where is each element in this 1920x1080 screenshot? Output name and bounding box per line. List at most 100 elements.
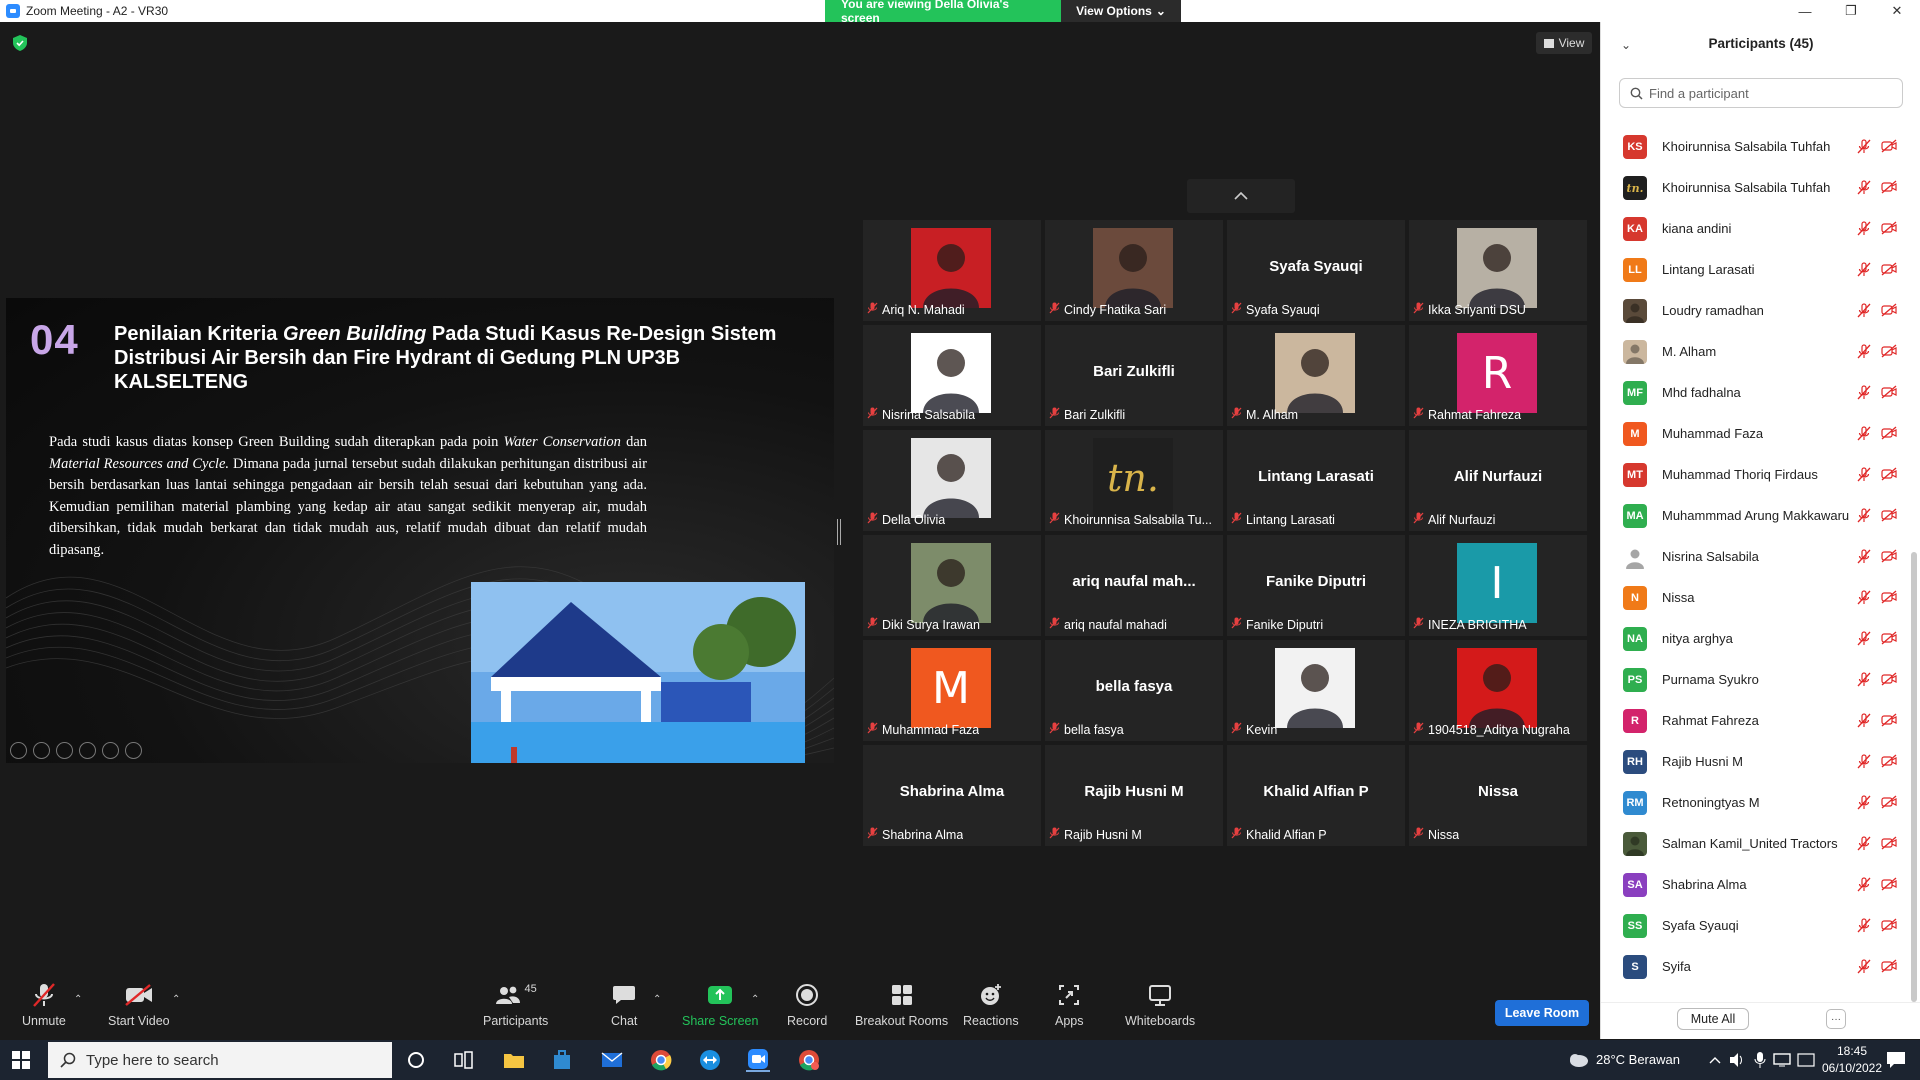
muted-mic-icon[interactable] bbox=[1857, 426, 1871, 446]
video-tile[interactable]: I INEZA BRIGITHA bbox=[1409, 535, 1587, 636]
task-view-icon[interactable] bbox=[452, 1048, 476, 1072]
start-video-button[interactable]: Start Video bbox=[108, 980, 170, 1028]
mute-all-button[interactable]: Mute All bbox=[1677, 1008, 1749, 1030]
leave-room-button[interactable]: Leave Room bbox=[1495, 1000, 1589, 1026]
restore-icon[interactable]: ❐ bbox=[1828, 0, 1874, 22]
muted-mic-icon[interactable] bbox=[1857, 877, 1871, 897]
unmute-button[interactable]: Unmute bbox=[22, 980, 66, 1028]
weather-text[interactable]: 28°C Berawan bbox=[1596, 1052, 1680, 1067]
muted-mic-icon[interactable] bbox=[1857, 754, 1871, 774]
participant-row[interactable]: KS Khoirunnisa Salsabila Tuhfah bbox=[1601, 126, 1906, 167]
apps-button[interactable]: Apps bbox=[1055, 980, 1084, 1028]
microsoft-store-icon[interactable] bbox=[550, 1048, 574, 1072]
participant-row[interactable]: RH Rajib Husni M bbox=[1601, 741, 1906, 782]
weather-cloud-icon[interactable] bbox=[1566, 1048, 1590, 1072]
participant-row[interactable]: LL Lintang Larasati bbox=[1601, 249, 1906, 290]
chat-button[interactable]: Chat bbox=[611, 980, 637, 1028]
video-off-icon[interactable] bbox=[1881, 672, 1897, 691]
muted-mic-icon[interactable] bbox=[1857, 713, 1871, 733]
video-tile[interactable]: Syafa Syauqi Syafa Syauqi bbox=[1227, 220, 1405, 321]
video-off-icon[interactable] bbox=[1881, 180, 1897, 199]
video-tile[interactable]: Alif Nurfauzi Alif Nurfauzi bbox=[1409, 430, 1587, 531]
video-off-icon[interactable] bbox=[1881, 508, 1897, 527]
video-tile[interactable]: ariq naufal mah... ariq naufal mahadi bbox=[1045, 535, 1223, 636]
muted-mic-icon[interactable] bbox=[1857, 549, 1871, 569]
video-off-icon[interactable] bbox=[1881, 713, 1897, 732]
minimize-icon[interactable]: — bbox=[1782, 0, 1828, 22]
participant-row[interactable]: RM Retnoningtyas M bbox=[1601, 782, 1906, 823]
network-icon[interactable] bbox=[1771, 1048, 1795, 1072]
mail-icon[interactable] bbox=[600, 1048, 624, 1072]
participant-row[interactable]: KA kiana andini bbox=[1601, 208, 1906, 249]
participant-row[interactable]: NA nitya arghya bbox=[1601, 618, 1906, 659]
pen-icon[interactable] bbox=[56, 742, 73, 759]
participants-button[interactable]: 45 Participants bbox=[483, 980, 548, 1028]
video-tile[interactable]: Ikka Sriyanti DSU bbox=[1409, 220, 1587, 321]
video-off-icon[interactable] bbox=[1881, 918, 1897, 937]
video-off-icon[interactable] bbox=[1881, 959, 1897, 978]
muted-mic-icon[interactable] bbox=[1857, 590, 1871, 610]
windows-start-icon[interactable] bbox=[12, 1051, 30, 1069]
keyboard-layout-icon[interactable] bbox=[1794, 1048, 1818, 1072]
video-tile[interactable]: Kevin bbox=[1227, 640, 1405, 741]
participant-row[interactable]: N Nissa bbox=[1601, 577, 1906, 618]
zoom-taskbar-icon[interactable] bbox=[746, 1048, 770, 1072]
video-tile[interactable]: Diki Surya Irawan bbox=[863, 535, 1041, 636]
more-options-icon[interactable] bbox=[125, 742, 142, 759]
chrome-profile-icon[interactable] bbox=[797, 1048, 821, 1072]
video-off-icon[interactable] bbox=[1881, 426, 1897, 445]
video-options-caret-icon[interactable]: ⌃ bbox=[172, 994, 180, 1005]
participant-row[interactable]: R Rahmat Fahreza bbox=[1601, 700, 1906, 741]
video-tile[interactable]: Shabrina Alma Shabrina Alma bbox=[863, 745, 1041, 846]
breakout-rooms-button[interactable]: Breakout Rooms bbox=[855, 980, 948, 1028]
participant-row[interactable]: SA Shabrina Alma bbox=[1601, 864, 1906, 905]
close-icon[interactable]: ✕ bbox=[1874, 0, 1920, 22]
view-button[interactable]: View bbox=[1536, 32, 1592, 54]
video-off-icon[interactable] bbox=[1881, 877, 1897, 896]
zoom-icon[interactable] bbox=[102, 742, 119, 759]
chat-options-caret-icon[interactable]: ⌃ bbox=[653, 994, 661, 1005]
video-off-icon[interactable] bbox=[1881, 590, 1897, 609]
participant-row[interactable]: SS Syafa Syauqi bbox=[1601, 905, 1906, 946]
muted-mic-icon[interactable] bbox=[1857, 180, 1871, 200]
video-off-icon[interactable] bbox=[1881, 754, 1897, 773]
participant-row[interactable]: M Muhammad Faza bbox=[1601, 413, 1906, 454]
participant-row[interactable]: M. Alham bbox=[1601, 331, 1906, 372]
video-tile[interactable]: R Rahmat Fahreza bbox=[1409, 325, 1587, 426]
video-tile[interactable]: M Muhammad Faza bbox=[863, 640, 1041, 741]
video-off-icon[interactable] bbox=[1881, 221, 1897, 240]
audio-options-caret-icon[interactable]: ⌃ bbox=[74, 994, 82, 1005]
video-tile[interactable]: Nisrina Salsabila bbox=[863, 325, 1041, 426]
muted-mic-icon[interactable] bbox=[1857, 918, 1871, 938]
muted-mic-icon[interactable] bbox=[1857, 303, 1871, 323]
muted-mic-icon[interactable] bbox=[1857, 467, 1871, 487]
participant-row[interactable]: MT Muhammad Thoriq Firdaus bbox=[1601, 454, 1906, 495]
video-off-icon[interactable] bbox=[1881, 139, 1897, 158]
muted-mic-icon[interactable] bbox=[1857, 672, 1871, 692]
video-off-icon[interactable] bbox=[1881, 467, 1897, 486]
muted-mic-icon[interactable] bbox=[1857, 508, 1871, 528]
find-participant-input[interactable]: Find a participant bbox=[1619, 78, 1903, 108]
muted-mic-icon[interactable] bbox=[1857, 262, 1871, 282]
video-tile[interactable]: Rajib Husni M Rajib Husni M bbox=[1045, 745, 1223, 846]
reactions-button[interactable]: Reactions bbox=[963, 980, 1019, 1028]
participant-list-scrollbar[interactable] bbox=[1911, 552, 1917, 1002]
video-off-icon[interactable] bbox=[1881, 344, 1897, 363]
muted-mic-icon[interactable] bbox=[1857, 139, 1871, 159]
video-off-icon[interactable] bbox=[1881, 795, 1897, 814]
muted-mic-icon[interactable] bbox=[1857, 795, 1871, 815]
shared-screen-slide[interactable]: 04 Penilaian Kriteria Green Building Pad… bbox=[6, 298, 834, 763]
file-explorer-icon[interactable] bbox=[502, 1048, 526, 1072]
share-screen-button[interactable]: Share Screen bbox=[682, 980, 758, 1028]
speaker-icon[interactable] bbox=[1725, 1048, 1749, 1072]
video-off-icon[interactable] bbox=[1881, 836, 1897, 855]
participant-row[interactable]: MA Muhammmad Arung Makkawaru bbox=[1601, 495, 1906, 536]
previous-slide-icon[interactable] bbox=[10, 742, 27, 759]
video-tile[interactable]: bella fasya bella fasya bbox=[1045, 640, 1223, 741]
video-tile[interactable]: Bari Zulkifli Bari Zulkifli bbox=[1045, 325, 1223, 426]
video-tile[interactable]: Cindy Fhatika Sari bbox=[1045, 220, 1223, 321]
participant-row[interactable]: tn. Khoirunnisa Salsabila Tuhfah bbox=[1601, 167, 1906, 208]
taskbar-search-input[interactable]: Type here to search bbox=[48, 1042, 392, 1078]
video-off-icon[interactable] bbox=[1881, 549, 1897, 568]
view-options-button[interactable]: View Options ⌄ bbox=[1061, 0, 1181, 22]
